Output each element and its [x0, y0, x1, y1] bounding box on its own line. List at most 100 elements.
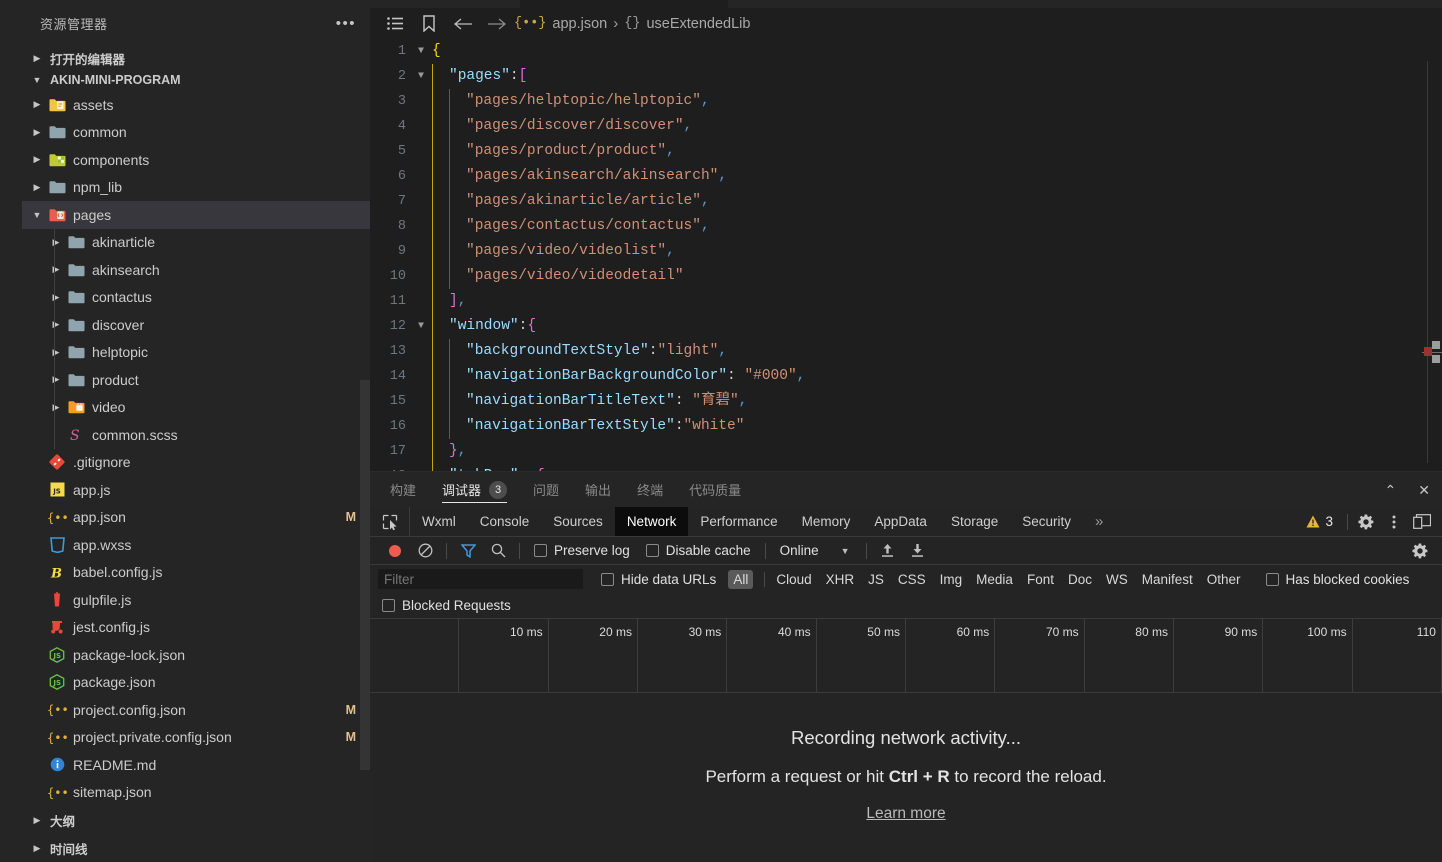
devtools-tab-storage[interactable]: Storage: [939, 507, 1010, 536]
panel-tab-3[interactable]: 输出: [585, 472, 611, 507]
panel-tab-0[interactable]: 构建: [390, 472, 416, 507]
breadcrumb-symbol[interactable]: useExtendedLib: [646, 16, 750, 32]
tree-file-gitignore[interactable]: ▶.gitignore: [22, 449, 370, 477]
activity-bar[interactable]: [0, 0, 22, 862]
filter-type-media[interactable]: Media: [976, 572, 1013, 587]
editor-tab-strip[interactable]: [370, 0, 1442, 8]
hide-data-urls-checkbox[interactable]: Hide data URLs: [601, 572, 716, 587]
devtools-tabs-list[interactable]: Wxml Console Sources Network Performance Memo…: [410, 507, 1083, 536]
fold-chevron-down-icon[interactable]: ▼: [410, 64, 432, 89]
code-line[interactable]: 1 ▼{: [370, 39, 1442, 64]
devtools-tab-memory[interactable]: Memory: [790, 507, 863, 536]
resource-type-filters[interactable]: All Cloud XHR JS CSS Img Media Font Doc WS Manifes…: [724, 569, 1247, 589]
tree-file-package-lock-json[interactable]: ▶JSpackage-lock.json: [22, 641, 370, 669]
code-line[interactable]: 18▼"tabBar": {: [370, 464, 1442, 471]
inspect-element-icon[interactable]: [370, 507, 410, 536]
navigate-forward-icon[interactable]: [480, 9, 514, 39]
panel-tab-4[interactable]: 终端: [637, 472, 663, 507]
filter-button[interactable]: [453, 538, 483, 564]
tree-file-app-wxss[interactable]: ▶app.wxss: [22, 531, 370, 559]
devtools-tab-console[interactable]: Console: [468, 507, 542, 536]
code-line[interactable]: 3 "pages/helptopic/helptopic",: [370, 89, 1442, 114]
more-tabs-icon[interactable]: »: [1083, 507, 1115, 536]
breadcrumb-file[interactable]: app.json: [552, 16, 607, 32]
checkbox-box[interactable]: [645, 544, 659, 557]
chevron-right-icon[interactable]: ▶: [28, 154, 46, 165]
filter-type-other[interactable]: Other: [1207, 572, 1241, 587]
code-line[interactable]: 11],: [370, 289, 1442, 314]
close-panel-icon[interactable]: ✕: [1418, 483, 1430, 497]
tree-file-project-config-json[interactable]: ▶{••}project.config.jsonM: [22, 696, 370, 724]
code-line[interactable]: 4 "pages/discover/discover",: [370, 114, 1442, 139]
code-line[interactable]: 13 "backgroundTextStyle":"light",: [370, 339, 1442, 364]
tree-file-babel-config-js[interactable]: ▶Bbabel.config.js: [22, 559, 370, 587]
code-line[interactable]: 8 "pages/contactus/contactus",: [370, 214, 1442, 239]
checkbox-box[interactable]: [1265, 572, 1279, 586]
fold-chevron-down-icon[interactable]: ▼: [410, 39, 432, 64]
more-actions-icon[interactable]: •••: [336, 16, 356, 31]
chevron-right-icon[interactable]: ▶: [47, 292, 65, 303]
tree-folder-contactus[interactable]: ▶ contactus: [22, 284, 370, 312]
overview-ruler-marker[interactable]: [1432, 341, 1440, 349]
filter-type-xhr[interactable]: XHR: [826, 572, 855, 587]
tree-folder-pages[interactable]: ▼ pages: [22, 201, 370, 229]
tree-file-project-private-config-json[interactable]: ▶{••}project.private.config.jsonM: [22, 724, 370, 752]
tree-file-app-js[interactable]: ▶JSapp.js: [22, 476, 370, 504]
panel-tab-5[interactable]: 代码质量: [689, 472, 741, 507]
devtools-tab-performance[interactable]: Performance: [688, 507, 789, 536]
tree-file-common-scss[interactable]: ▶Scommon.scss: [22, 421, 370, 449]
code-line[interactable]: 10 "pages/video/videodetail": [370, 264, 1442, 289]
checkbox-box[interactable]: [601, 572, 614, 586]
disable-cache-checkbox[interactable]: Disable cache: [645, 543, 751, 558]
export-har-button[interactable]: [903, 538, 933, 564]
code-editor[interactable]: 1 ▼{2 ▼ "pages":[3 "pages/helptopic/helptopi…: [370, 39, 1442, 471]
record-button[interactable]: [380, 538, 410, 564]
filter-type-doc[interactable]: Doc: [1068, 572, 1092, 587]
has-blocked-cookies-checkbox[interactable]: Has blocked cookies: [1265, 572, 1409, 587]
chevron-right-icon[interactable]: ▶: [47, 347, 65, 358]
search-button[interactable]: [483, 538, 513, 564]
throttling-select[interactable]: Online: [780, 543, 819, 558]
panel-tab-2[interactable]: 问题: [533, 472, 559, 507]
collapse-panel-icon[interactable]: ⌃: [1385, 483, 1397, 497]
code-line[interactable]: 6 "pages/akinsearch/akinsearch",: [370, 164, 1442, 189]
chevron-down-icon[interactable]: ▼: [28, 210, 46, 220]
devtools-tab-wxml[interactable]: Wxml: [410, 507, 468, 536]
tree-file-readme-md[interactable]: ▶README.md: [22, 751, 370, 779]
filter-type-ws[interactable]: WS: [1106, 572, 1128, 587]
filter-type-img[interactable]: Img: [940, 572, 963, 587]
tree-folder-akinsearch[interactable]: ▶ akinsearch: [22, 256, 370, 284]
filter-input[interactable]: [378, 569, 583, 589]
network-settings-gear-icon[interactable]: [1406, 537, 1434, 565]
panel-tab-bar[interactable]: 构建 调试器 3 问题 输出 终端 代码质量 ⌃ ✕: [370, 472, 1442, 507]
chevron-right-icon[interactable]: ▶: [47, 374, 65, 385]
tree-folder-common[interactable]: ▶ common: [22, 119, 370, 147]
tree-folder-product[interactable]: ▶ product: [22, 366, 370, 394]
chevron-right-icon[interactable]: ▶: [47, 237, 65, 248]
filter-type-font[interactable]: Font: [1027, 572, 1054, 587]
preserve-log-checkbox[interactable]: Preserve log: [534, 543, 630, 558]
kebab-menu-icon[interactable]: [1380, 508, 1408, 536]
devtools-tab-network[interactable]: Network: [614, 507, 689, 536]
tree-file-app-json[interactable]: ▶{••}app.jsonM: [22, 504, 370, 532]
code-content[interactable]: 1 ▼{2 ▼ "pages":[3 "pages/helptopic/helptopi…: [370, 39, 1442, 471]
warning-count-badge[interactable]: 3: [1296, 514, 1343, 529]
filter-type-js[interactable]: JS: [868, 572, 884, 587]
tree-file-sitemap-json[interactable]: ▶{••}sitemap.json: [22, 779, 370, 807]
editor-tab-active[interactable]: [520, 0, 728, 8]
code-line[interactable]: 16 "navigationBarTextStyle":"white": [370, 414, 1442, 439]
gear-icon[interactable]: [1352, 508, 1380, 536]
filter-type-manifest[interactable]: Manifest: [1142, 572, 1193, 587]
import-har-button[interactable]: [873, 538, 903, 564]
sidebar-scrollbar[interactable]: [360, 380, 370, 770]
devtools-tab-sources[interactable]: Sources: [541, 507, 615, 536]
devtools-tab-appdata[interactable]: AppData: [862, 507, 939, 536]
code-line[interactable]: 2 ▼ "pages":[: [370, 64, 1442, 89]
tree-folder-video[interactable]: ▶ video: [22, 394, 370, 422]
chevron-right-icon[interactable]: ▶: [47, 264, 65, 275]
filter-type-css[interactable]: CSS: [898, 572, 926, 587]
tree-folder-assets[interactable]: ▶ assets: [22, 91, 370, 119]
blocked-requests-checkbox[interactable]: Blocked Requests: [382, 598, 511, 613]
tree-folder-npm-lib[interactable]: ▶ npm_lib: [22, 174, 370, 202]
sidebar-section-outline[interactable]: ▶ 大纲: [22, 806, 370, 834]
